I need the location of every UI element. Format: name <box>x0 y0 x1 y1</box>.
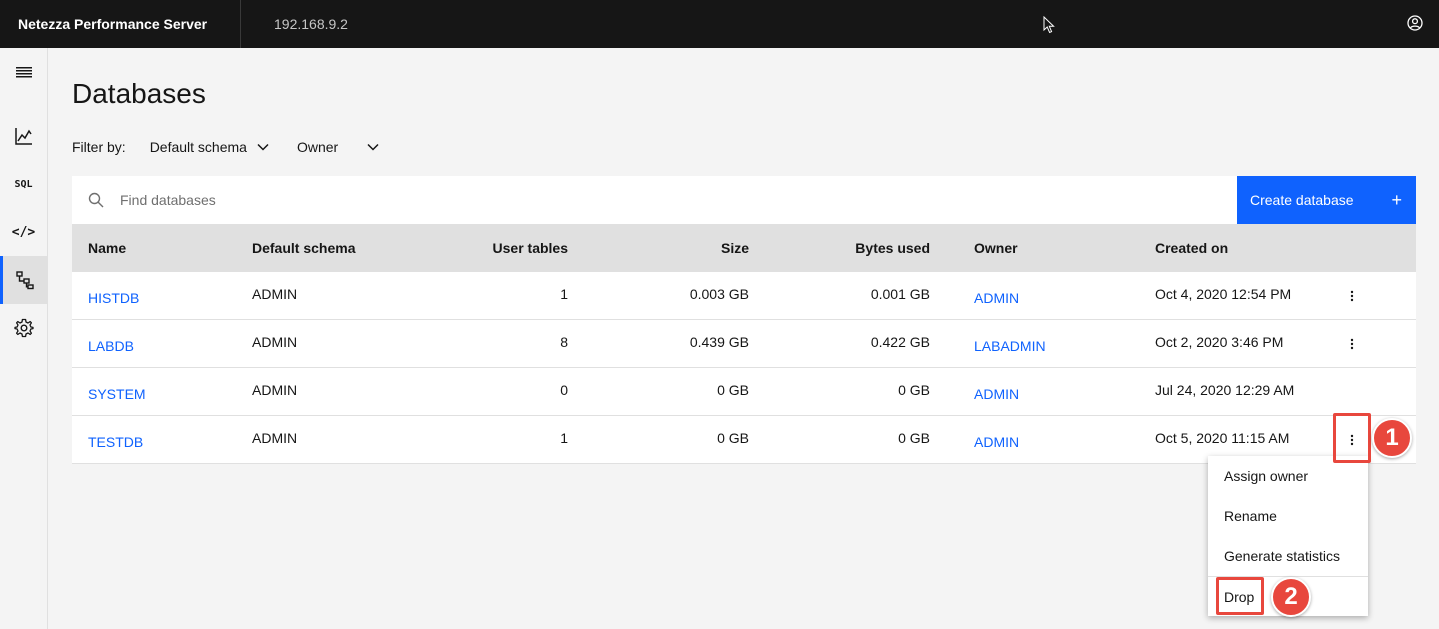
database-name-link[interactable]: LABDB <box>88 320 134 368</box>
table-toolbar: Create database + <box>72 176 1416 224</box>
search-icon <box>88 192 104 208</box>
sql-icon-label: SQL <box>14 178 33 190</box>
bytes-used-cell: 0.001 GB <box>870 286 930 302</box>
bytes-used-cell: 0 GB <box>898 430 930 446</box>
default-schema-cell: ADMIN <box>252 430 298 446</box>
chevron-down-icon <box>257 143 269 151</box>
search-input[interactable] <box>120 176 1237 224</box>
column-header-default-schema[interactable]: Default schema <box>252 224 355 272</box>
menu-item-generate-statistics[interactable]: Generate statistics <box>1208 536 1368 576</box>
column-header-name[interactable]: Name <box>88 224 126 272</box>
overflow-menu-icon <box>1350 290 1354 302</box>
menu-item-rename[interactable]: Rename <box>1208 496 1368 536</box>
code-icon-label: </> <box>11 224 36 240</box>
owner-link[interactable]: ADMIN <box>974 416 1019 464</box>
mouse-cursor-icon <box>1043 15 1055 34</box>
filter-bar: Filter by: Default schema Owner <box>72 139 411 155</box>
overflow-menu-button[interactable] <box>1334 272 1370 320</box>
table-row: LABDB ADMIN 8 0.439 GB 0.422 GB LABADMIN… <box>72 320 1416 368</box>
data-objects-icon[interactable] <box>0 256 47 304</box>
user-tables-cell: 1 <box>560 430 568 446</box>
callout-highlight-drop <box>1216 577 1264 615</box>
default-schema-filter-dropdown[interactable]: Default schema <box>150 139 269 155</box>
overflow-menu-icon <box>1350 338 1354 350</box>
size-cell: 0.439 GB <box>689 334 749 350</box>
filter-label: Filter by: <box>72 139 126 155</box>
column-header-size[interactable]: Size <box>721 224 749 272</box>
size-cell: 0.003 GB <box>689 286 749 302</box>
database-name-link[interactable]: HISTDB <box>88 272 139 320</box>
table-row: HISTDB ADMIN 1 0.003 GB 0.001 GB ADMIN O… <box>72 272 1416 320</box>
owner-link[interactable]: LABADMIN <box>974 320 1046 368</box>
callout-highlight-overflow <box>1333 413 1371 463</box>
column-header-owner[interactable]: Owner <box>974 224 1018 272</box>
column-header-created-on[interactable]: Created on <box>1155 224 1228 272</box>
created-on-cell: Oct 2, 2020 3:46 PM <box>1155 334 1284 350</box>
owner-filter-dropdown[interactable]: Owner <box>297 139 379 155</box>
page-title: Databases <box>72 78 206 109</box>
host-address: 192.168.9.2 <box>274 16 348 32</box>
plus-icon: + <box>1391 190 1402 210</box>
column-header-bytes-used[interactable]: Bytes used <box>855 224 930 272</box>
owner-link[interactable]: ADMIN <box>974 272 1019 320</box>
code-icon[interactable]: </> <box>0 208 47 256</box>
create-database-label: Create database <box>1250 192 1354 208</box>
user-tables-cell: 8 <box>560 334 568 350</box>
default-schema-cell: ADMIN <box>252 382 298 398</box>
column-header-user-tables[interactable]: User tables <box>493 224 568 272</box>
user-tables-cell: 1 <box>560 286 568 302</box>
user-tables-cell: 0 <box>560 382 568 398</box>
user-profile-icon[interactable] <box>1405 13 1425 33</box>
default-schema-cell: ADMIN <box>252 334 298 350</box>
size-cell: 0 GB <box>717 382 749 398</box>
side-nav: SQL </> <box>0 48 48 629</box>
callout-badge-1: 1 <box>1372 418 1412 458</box>
default-schema-cell: ADMIN <box>252 286 298 302</box>
create-database-button[interactable]: Create database + <box>1237 176 1416 224</box>
sql-icon[interactable]: SQL <box>0 160 47 208</box>
size-cell: 0 GB <box>717 430 749 446</box>
database-name-link[interactable]: SYSTEM <box>88 368 146 416</box>
database-name-link[interactable]: TESTDB <box>88 416 143 464</box>
bytes-used-cell: 0.422 GB <box>870 334 930 350</box>
chevron-down-icon <box>367 143 379 151</box>
monitoring-icon[interactable] <box>0 112 47 160</box>
bytes-used-cell: 0 GB <box>898 382 930 398</box>
created-on-cell: Jul 24, 2020 12:29 AM <box>1155 382 1295 398</box>
callout-badge-2: 2 <box>1271 577 1311 617</box>
app-title[interactable]: Netezza Performance Server <box>0 0 241 48</box>
owner-filter-label: Owner <box>296 139 339 155</box>
overflow-menu-button[interactable] <box>1334 320 1370 368</box>
databases-table: Name Default schema User tables Size Byt… <box>72 224 1416 464</box>
owner-link[interactable]: ADMIN <box>974 368 1019 416</box>
settings-icon[interactable] <box>0 304 47 352</box>
table-header: Name Default schema User tables Size Byt… <box>72 224 1416 272</box>
table-row: SYSTEM ADMIN 0 0 GB 0 GB ADMIN Jul 24, 2… <box>72 368 1416 416</box>
top-bar: Netezza Performance Server 192.168.9.2 <box>0 0 1439 48</box>
created-on-cell: Oct 4, 2020 12:54 PM <box>1155 286 1292 302</box>
menu-icon[interactable] <box>0 48 47 96</box>
default-schema-filter-label: Default schema <box>149 139 247 155</box>
